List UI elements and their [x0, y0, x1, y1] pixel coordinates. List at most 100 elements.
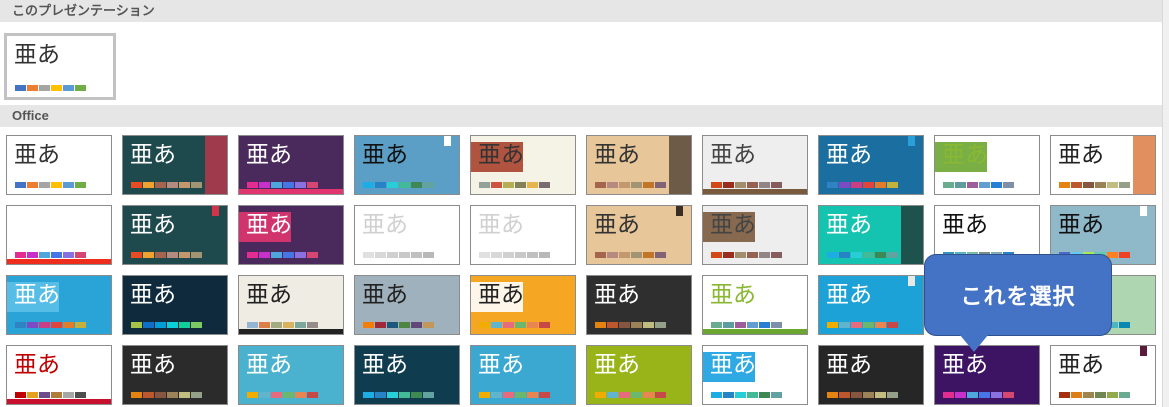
theme-thumbnail[interactable]: 亜あ	[934, 345, 1040, 405]
theme-thumbnail[interactable]: 亜あ	[470, 135, 576, 195]
theme-thumbnail[interactable]: 亜あ	[122, 205, 228, 265]
color-swatch	[747, 392, 758, 398]
color-swatch	[875, 392, 886, 398]
color-swatch	[131, 392, 142, 398]
theme-accent-decoration	[908, 276, 915, 286]
color-swatch	[1083, 392, 1094, 398]
callout-annotation: これを選択	[924, 254, 1112, 336]
color-swatch	[131, 252, 142, 258]
color-swatch	[851, 392, 862, 398]
theme-thumbnail[interactable]: 亜あ	[238, 345, 344, 405]
color-swatch	[759, 252, 770, 258]
theme-thumbnail[interactable]: 亜あ	[702, 205, 808, 265]
color-swatch	[527, 322, 538, 328]
theme-sample-text: 亜あ	[14, 352, 60, 378]
color-swatch	[27, 252, 38, 258]
color-swatch	[51, 322, 62, 328]
theme-thumbnail[interactable]: 亜あ	[586, 275, 692, 335]
color-swatch	[619, 182, 630, 188]
theme-thumbnail[interactable]: 亜あ	[354, 205, 460, 265]
theme-thumbnail[interactable]: 亜あ	[470, 345, 576, 405]
color-swatch	[179, 322, 190, 328]
color-swatch	[827, 322, 838, 328]
theme-sample-text: 亜あ	[246, 142, 292, 168]
theme-thumbnail[interactable]: 亜あ	[1050, 135, 1156, 195]
color-swatch	[75, 85, 86, 91]
color-swatch	[143, 182, 154, 188]
color-swatches	[827, 322, 898, 328]
color-swatch	[51, 252, 62, 258]
color-swatches	[15, 182, 86, 188]
color-swatch	[839, 392, 850, 398]
color-swatch	[1119, 392, 1130, 398]
color-swatches	[247, 182, 318, 188]
color-swatch	[1003, 392, 1014, 398]
color-swatches	[131, 182, 202, 188]
color-swatch	[655, 392, 666, 398]
theme-sample-text: 亜あ	[942, 352, 988, 378]
theme-thumbnail[interactable]: 亜あ	[470, 275, 576, 335]
theme-thumbnail[interactable]: 亜あ	[122, 275, 228, 335]
theme-thumbnail[interactable]: 亜あ	[354, 345, 460, 405]
theme-thumbnail[interactable]: 亜あ	[702, 275, 808, 335]
color-swatches	[131, 392, 202, 398]
color-swatch	[39, 252, 50, 258]
theme-thumbnail[interactable]: 亜あ	[6, 275, 112, 335]
color-swatch	[771, 392, 782, 398]
color-swatch	[191, 252, 202, 258]
color-swatch	[1083, 182, 1094, 188]
theme-thumbnail[interactable]: 亜あ	[1050, 345, 1156, 405]
color-swatch	[643, 182, 654, 188]
theme-thumbnail[interactable]: 亜あ	[586, 345, 692, 405]
theme-thumbnail-current[interactable]: 亜あ	[4, 33, 116, 100]
theme-thumbnail[interactable]: 亜あ	[818, 135, 924, 195]
theme-thumbnail[interactable]: 亜あ	[122, 345, 228, 405]
theme-thumbnail[interactable]: 亜あ	[586, 135, 692, 195]
theme-sample-text: 亜あ	[1058, 352, 1104, 378]
theme-accent-decoration	[205, 136, 227, 194]
theme-thumbnail[interactable]: 亜あ	[354, 135, 460, 195]
theme-sample-text: 亜あ	[1058, 142, 1104, 168]
color-swatch	[411, 252, 422, 258]
color-swatch	[527, 392, 538, 398]
color-swatch	[735, 322, 746, 328]
color-swatch	[51, 85, 62, 91]
color-swatch	[619, 252, 630, 258]
theme-accent-decoration	[7, 259, 111, 264]
gallery-scrollbar[interactable]	[1162, 0, 1169, 407]
color-swatches	[1059, 182, 1130, 188]
theme-thumbnail[interactable]: 亜あ	[6, 345, 112, 405]
color-swatch	[295, 392, 306, 398]
color-swatch	[491, 252, 502, 258]
color-swatch	[271, 392, 282, 398]
theme-thumbnail[interactable]: 亜あ	[238, 275, 344, 335]
theme-thumbnail[interactable]: 亜あ	[934, 135, 1040, 195]
color-swatch	[619, 322, 630, 328]
theme-thumbnail[interactable]: 亜あ	[818, 345, 924, 405]
color-swatch	[179, 392, 190, 398]
theme-thumbnail[interactable]: 亜あ	[122, 135, 228, 195]
color-swatch	[15, 182, 26, 188]
color-swatch	[247, 252, 258, 258]
color-swatch	[191, 322, 202, 328]
color-swatch	[723, 252, 734, 258]
color-swatch	[711, 182, 722, 188]
color-swatch	[827, 182, 838, 188]
theme-thumbnail[interactable]: 亜あ	[818, 205, 924, 265]
color-swatch	[991, 182, 1002, 188]
theme-thumbnail[interactable]: 亜あ	[702, 135, 808, 195]
theme-thumbnail[interactable]: 亜あ	[354, 275, 460, 335]
theme-thumbnail[interactable]: 亜あ	[586, 205, 692, 265]
theme-thumbnail[interactable]: 亜あ	[238, 135, 344, 195]
theme-thumbnail[interactable]: 亜あ	[6, 205, 112, 265]
color-swatches	[247, 252, 318, 258]
theme-thumbnail[interactable]: 亜あ	[470, 205, 576, 265]
color-swatch	[991, 392, 1002, 398]
color-swatch	[155, 392, 166, 398]
theme-thumbnail[interactable]: 亜あ	[702, 345, 808, 405]
theme-thumbnail[interactable]: 亜あ	[6, 135, 112, 195]
theme-thumbnail[interactable]: 亜あ	[238, 205, 344, 265]
color-swatch	[515, 252, 526, 258]
color-swatch	[1119, 322, 1130, 328]
theme-thumbnail[interactable]: 亜あ	[818, 275, 924, 335]
